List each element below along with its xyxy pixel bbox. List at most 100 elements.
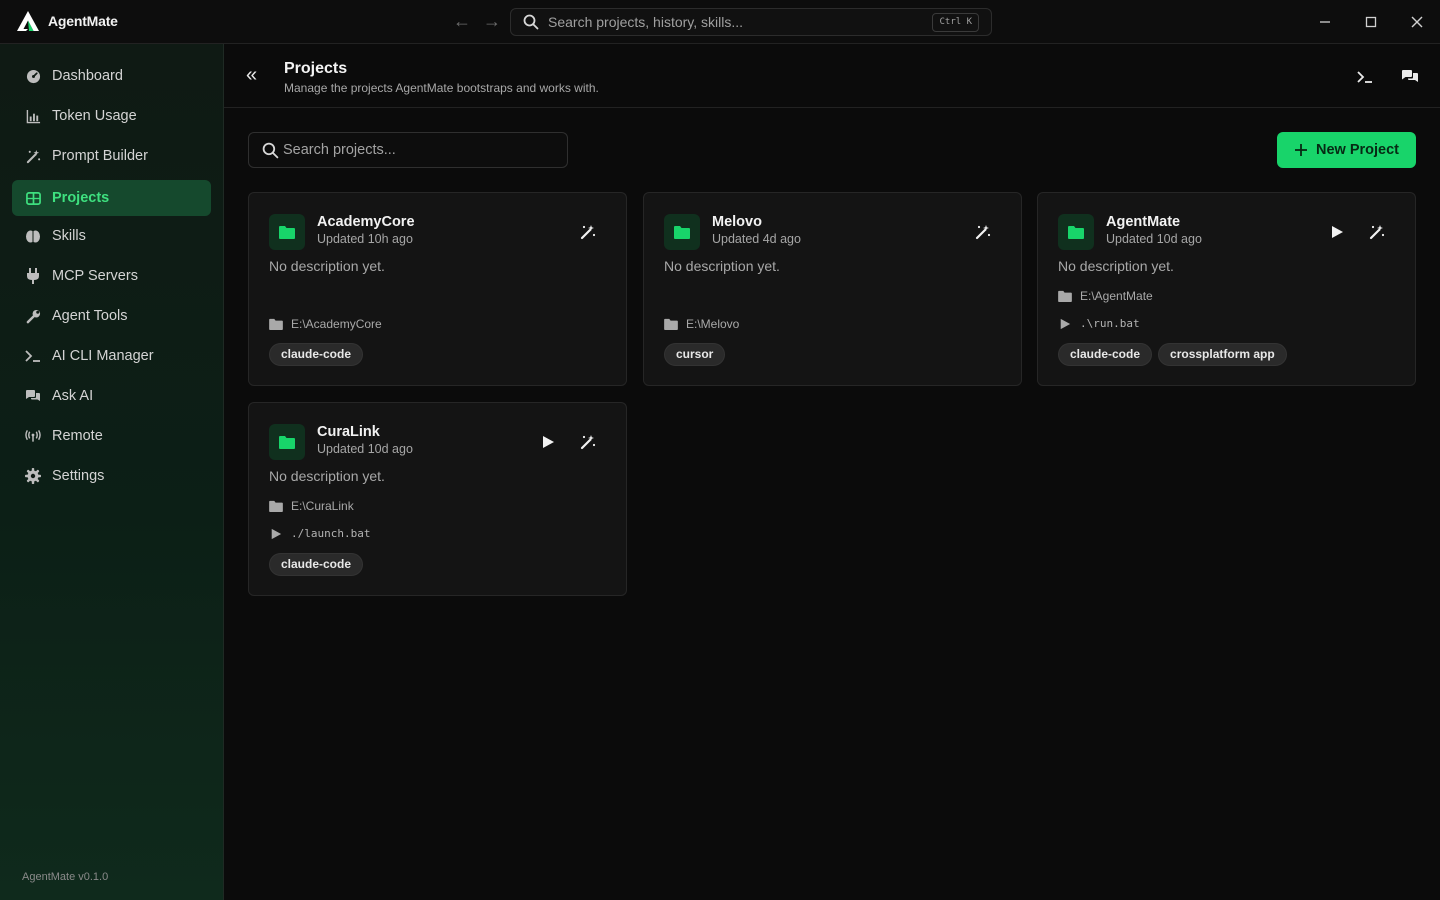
project-search-placeholder: Search projects... — [283, 142, 396, 158]
magic-wand-icon[interactable] — [973, 222, 993, 242]
project-updated: Updated 4d ago — [712, 232, 801, 246]
magic-wand-icon[interactable] — [578, 432, 598, 452]
folder-icon — [664, 214, 700, 250]
project-card[interactable]: Melovo Updated 4d ago No description yet… — [643, 192, 1022, 386]
search-icon — [523, 14, 539, 30]
play-icon[interactable] — [538, 432, 558, 452]
new-project-label: New Project — [1316, 142, 1399, 158]
terminal-icon[interactable] — [1356, 68, 1374, 86]
project-card[interactable]: AcademyCore Updated 10h ago No descripti… — [248, 192, 627, 386]
project-tag: claude-code — [1058, 343, 1153, 366]
folder-icon — [269, 500, 283, 512]
project-card[interactable]: AgentMate Updated 10d ago No description… — [1037, 192, 1416, 386]
title-bar: AgentMate ← → Search projects, history, … — [0, 0, 1440, 44]
back-arrow-icon[interactable]: ← — [452, 12, 472, 32]
brain-icon — [25, 228, 41, 244]
folder-icon — [269, 318, 283, 330]
project-tags: cursor — [664, 343, 726, 366]
folder-icon — [269, 214, 305, 250]
project-path-row: E:\CuraLink — [269, 499, 354, 513]
folder-icon — [269, 424, 305, 460]
project-updated: Updated 10d ago — [317, 442, 413, 456]
magic-wand-icon[interactable] — [1367, 222, 1387, 242]
sidebar-item-prompt-builder[interactable]: Prompt Builder — [12, 138, 211, 174]
sidebar-item-agent-tools[interactable]: Agent Tools — [12, 298, 211, 334]
search-icon — [262, 142, 279, 158]
project-path-row: E:\Melovo — [664, 317, 739, 331]
project-description: No description yet. — [664, 258, 780, 274]
play-icon — [271, 528, 282, 539]
sidebar-item-dashboard[interactable]: Dashboard — [12, 58, 211, 94]
sidebar-item-ask-ai[interactable]: Ask AI — [12, 378, 211, 414]
project-tags: claude-code crossplatform app — [1058, 343, 1287, 366]
sidebar-item-label: Settings — [52, 468, 105, 484]
project-name: Melovo — [712, 214, 762, 230]
project-name: AcademyCore — [317, 214, 415, 230]
project-description: No description yet. — [269, 468, 385, 484]
folder-icon — [664, 318, 678, 330]
sidebar-item-label: Skills — [52, 228, 86, 244]
sidebar-item-skills[interactable]: Skills — [12, 218, 211, 254]
close-icon[interactable] — [1407, 12, 1427, 32]
sidebar-item-label: Ask AI — [52, 388, 94, 404]
magic-wand-icon[interactable] — [578, 222, 598, 242]
sidebar-item-label: Agent Tools — [52, 308, 128, 324]
project-path-row: E:\AgentMate — [1058, 289, 1153, 303]
sidebar-item-token-usage[interactable]: Token Usage — [12, 98, 211, 134]
sidebar-item-settings[interactable]: Settings — [12, 458, 211, 494]
project-name: AgentMate — [1106, 214, 1181, 230]
terminal-icon — [25, 348, 41, 364]
project-tags: claude-code — [269, 343, 364, 366]
maximize-icon[interactable] — [1361, 12, 1381, 32]
play-icon[interactable] — [1327, 222, 1347, 242]
minimize-icon[interactable] — [1315, 12, 1335, 32]
columns-icon — [25, 190, 41, 206]
project-updated: Updated 10d ago — [1106, 232, 1202, 246]
project-path: E:\CuraLink — [291, 499, 354, 513]
collapse-sidebar-icon[interactable]: « — [246, 65, 257, 85]
sidebar-item-label: Projects — [52, 190, 110, 206]
bar-chart-icon — [25, 108, 41, 124]
sidebar-item-projects[interactable]: Projects — [12, 180, 211, 216]
folder-icon — [1058, 214, 1094, 250]
project-search-input[interactable]: Search projects... — [248, 132, 568, 168]
plus-icon — [1295, 144, 1307, 156]
sidebar-item-label: Remote — [52, 428, 103, 444]
project-tag: claude-code — [269, 553, 364, 576]
new-project-button[interactable]: New Project — [1277, 132, 1416, 168]
page-title: Projects — [284, 60, 348, 77]
project-run-command: ./launch.bat — [291, 527, 371, 540]
sidebar-item-label: AI CLI Manager — [52, 348, 154, 364]
gear-icon — [25, 468, 41, 484]
sidebar-item-remote[interactable]: Remote — [12, 418, 211, 454]
sidebar-item-mcp-servers[interactable]: MCP Servers — [12, 258, 211, 294]
sidebar-item-label: Dashboard — [52, 68, 123, 84]
shortcut-badge: Ctrl K — [932, 13, 979, 32]
project-description: No description yet. — [1058, 258, 1174, 274]
project-run-command: .\run.bat — [1080, 317, 1140, 330]
sidebar-item-label: Prompt Builder — [52, 148, 148, 164]
project-path: E:\AgentMate — [1080, 289, 1153, 303]
project-tag: claude-code — [269, 343, 364, 366]
chat-bubbles-icon[interactable] — [1401, 68, 1419, 86]
plug-icon — [25, 268, 41, 284]
chat-bubbles-icon — [25, 388, 41, 404]
project-tag: cursor — [664, 343, 726, 366]
forward-arrow-icon[interactable]: → — [482, 12, 502, 32]
play-icon — [1060, 318, 1071, 329]
sidebar-item-label: MCP Servers — [52, 268, 138, 284]
app-name: AgentMate — [48, 13, 118, 29]
global-search-placeholder: Search projects, history, skills... — [548, 14, 744, 30]
project-run-row: .\run.bat — [1058, 317, 1140, 330]
project-card[interactable]: CuraLink Updated 10d ago No description … — [248, 402, 627, 596]
dashboard-icon — [25, 68, 41, 84]
page-header: « Projects Manage the projects AgentMate… — [224, 44, 1440, 108]
project-run-row: ./launch.bat — [269, 527, 370, 540]
project-updated: Updated 10h ago — [317, 232, 413, 246]
folder-icon — [1058, 290, 1072, 302]
sidebar-item-ai-cli-manager[interactable]: AI CLI Manager — [12, 338, 211, 374]
sidebar: Dashboard Token Usage Prompt Builder Pro… — [0, 44, 224, 900]
global-search-input[interactable]: Search projects, history, skills... Ctrl… — [510, 8, 992, 36]
app-brand: AgentMate — [16, 10, 118, 32]
sidebar-item-label: Token Usage — [52, 108, 137, 124]
